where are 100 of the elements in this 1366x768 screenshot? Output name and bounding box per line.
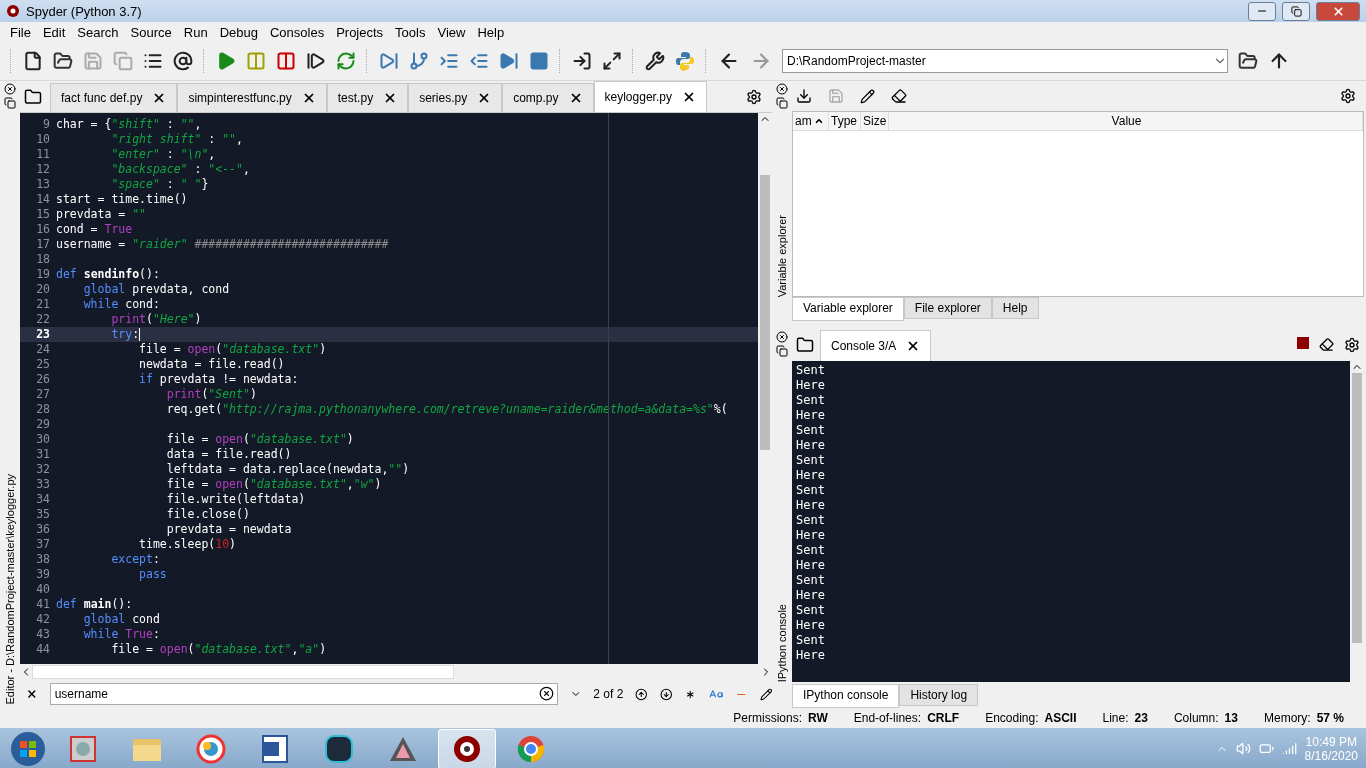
minimize-button[interactable] <box>1248 1 1276 21</box>
emulator-app-icon[interactable] <box>324 733 354 764</box>
spyder-app-icon[interactable] <box>452 733 482 764</box>
fullscreen-icon[interactable] <box>602 51 622 71</box>
run-cell-advance-icon[interactable] <box>276 51 296 71</box>
next-match-icon[interactable] <box>659 686 673 702</box>
pane-tab[interactable]: File explorer <box>903 297 992 319</box>
code-line: file = open("database.txt") <box>138 342 327 357</box>
file-tab[interactable]: keylogger.py <box>593 81 707 112</box>
open-folder-icon[interactable] <box>1238 51 1258 71</box>
eraser-icon[interactable] <box>1319 337 1334 352</box>
menu-item[interactable]: Debug <box>219 24 258 40</box>
code-line: "enter" : "\n", <box>110 147 216 162</box>
file-tab[interactable]: series.py <box>408 83 503 112</box>
scrollbar-thumb[interactable] <box>32 665 454 679</box>
step-into-icon[interactable] <box>439 51 459 71</box>
code-editor[interactable] <box>20 113 772 680</box>
console-output-line: Here <box>796 558 825 572</box>
menu-item[interactable]: Edit <box>42 24 66 40</box>
pane-tab[interactable]: Variable explorer <box>792 297 904 321</box>
code-line: pass <box>138 567 167 582</box>
line-number: 26 <box>35 372 51 387</box>
stop-icon[interactable] <box>529 51 549 71</box>
column-header[interactable]: Value <box>889 112 1363 130</box>
console-output-line: Sent <box>796 483 825 497</box>
close-pane-icon[interactable] <box>4 83 16 95</box>
previous-match-icon[interactable] <box>635 686 648 702</box>
replace-icon[interactable] <box>759 686 772 702</box>
wrench-icon[interactable] <box>645 51 665 71</box>
undock-icon[interactable] <box>4 97 16 109</box>
start-button[interactable] <box>8 729 48 768</box>
path-field[interactable]: D:\RandomProject-master <box>782 49 1228 73</box>
code-line: def sendinfo(): <box>56 267 160 282</box>
pane-tab[interactable]: IPython console <box>792 684 900 708</box>
line-number: 17 <box>35 237 51 252</box>
open-folder-icon[interactable] <box>53 51 73 71</box>
line-number: 39 <box>35 567 51 582</box>
eraser-icon[interactable] <box>891 88 907 104</box>
file-tab[interactable]: test.py <box>326 83 409 112</box>
pane-tab[interactable]: Help <box>991 297 1039 319</box>
code-line: except: <box>110 552 160 567</box>
menu-item[interactable]: Help <box>477 24 505 40</box>
rerun-icon[interactable] <box>336 51 356 71</box>
menu-item[interactable]: Search <box>77 24 119 40</box>
undock-icon[interactable] <box>776 345 788 357</box>
clear-icon[interactable] <box>538 686 554 701</box>
console-output-line: Sent <box>796 363 825 377</box>
find-field[interactable]: username <box>49 683 558 705</box>
scrollbar-thumb[interactable] <box>760 175 770 450</box>
save-as-icon[interactable] <box>860 88 875 104</box>
pinwheel-icon[interactable] <box>196 733 226 764</box>
browse-tabs-icon[interactable] <box>24 87 42 106</box>
close-button[interactable] <box>1316 1 1360 21</box>
tool-app-icon[interactable] <box>68 733 98 764</box>
menu-item[interactable]: Run <box>183 24 208 40</box>
settings-icon[interactable] <box>746 88 762 105</box>
browser-app-icon[interactable] <box>516 733 546 764</box>
import-data-icon[interactable] <box>796 88 812 104</box>
line-number: 35 <box>35 507 51 522</box>
menu-item[interactable]: Consoles <box>269 24 325 40</box>
column-header[interactable]: Size <box>861 112 889 130</box>
menu-item[interactable]: Source <box>130 24 172 40</box>
debug-icon[interactable] <box>379 51 399 71</box>
taskbar-button[interactable] <box>438 728 496 768</box>
column-header[interactable]: am <box>793 112 829 130</box>
file-tab[interactable]: simpinterestfunc.py <box>177 83 327 112</box>
close-pane-icon[interactable] <box>776 331 788 343</box>
close-find-icon[interactable] <box>26 687 38 701</box>
settings-icon[interactable] <box>1344 337 1360 353</box>
console-tab[interactable]: Console 3/A <box>820 330 932 361</box>
file-tab[interactable]: comp.py <box>502 83 594 112</box>
settings-icon[interactable] <box>1340 88 1356 104</box>
maximize-pane-icon[interactable] <box>572 51 592 71</box>
undock-icon[interactable] <box>776 97 788 109</box>
status-label: Encoding: <box>985 711 1039 725</box>
continue-icon[interactable] <box>499 51 519 71</box>
scrollbar-thumb[interactable] <box>1352 373 1362 643</box>
close-pane-icon[interactable] <box>776 83 788 95</box>
console-output-line: Sent <box>796 423 825 437</box>
menu-item[interactable]: View <box>437 24 466 40</box>
column-header[interactable]: Type <box>829 112 861 130</box>
run-cell-icon[interactable] <box>246 51 266 71</box>
step-icon[interactable] <box>409 51 429 71</box>
run-selection-icon[interactable] <box>306 51 326 71</box>
file-tab[interactable]: fact func def.py <box>50 83 178 112</box>
code-line: def main(): <box>56 597 133 612</box>
document-app-icon[interactable] <box>261 733 289 764</box>
at-sign-icon[interactable] <box>173 51 193 71</box>
new-file-icon[interactable] <box>23 51 43 71</box>
step-return-icon[interactable] <box>469 51 489 71</box>
menu-item[interactable]: Tools <box>395 24 426 40</box>
menu-item[interactable]: Projects <box>336 24 384 40</box>
menu-item[interactable]: File <box>10 24 31 40</box>
run-icon[interactable] <box>216 51 236 71</box>
restore-button[interactable] <box>1282 1 1310 21</box>
pane-tab[interactable]: History log <box>899 684 979 706</box>
list-icon[interactable] <box>143 51 163 71</box>
console-panel[interactable]: Sent Here Sent Here Sent Here Sent Here Sent Here Sent Here Sent Here Sent Here Sent Here Sent Here <box>792 361 1364 682</box>
browse-tabs-icon[interactable] <box>796 336 814 354</box>
python-logo-icon[interactable] <box>675 51 695 71</box>
